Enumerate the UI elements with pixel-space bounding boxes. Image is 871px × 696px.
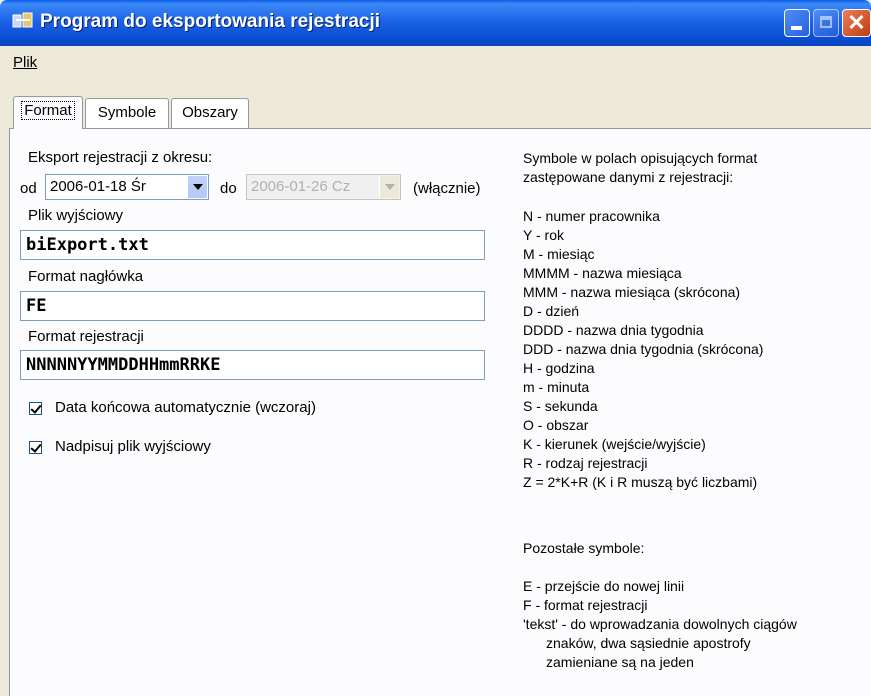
output-file-label: Plik wyjściowy [28, 207, 124, 224]
symbol-item: MMM - nazwa miesiąca (skrócona) [523, 284, 741, 300]
symbol-item: S - sekunda [523, 398, 598, 414]
auto-end-date-label: Data końcowa automatycznie (wczoraj) [55, 399, 316, 416]
symbol-list: N - numer pracownika Y - rok M - miesiąc… [523, 207, 763, 492]
menu-plik-label: Plik [13, 54, 38, 71]
symbol-item: Y - rok [523, 227, 564, 243]
symbol-item: DDDD - nazwa dnia tygodnia [523, 322, 704, 338]
title-bar[interactable]: Program do eksportowania rejestracji ✕ [0, 0, 871, 46]
tab-symbole[interactable]: Symbole [85, 98, 169, 128]
symbol-item: H - godzina [523, 360, 595, 376]
close-icon: ✕ [847, 10, 866, 35]
chevron-down-icon [385, 184, 395, 190]
minimize-icon [791, 26, 802, 30]
header-format-input[interactable]: FE [20, 291, 485, 321]
tab-format-label: Format [21, 101, 75, 120]
help-intro-line: zastępowane danymi z rejestracji: [523, 169, 734, 185]
inclusive-label: (włącznie) [413, 180, 481, 197]
other-symbol-item: E - przejście do nowej linii [523, 578, 685, 594]
symbol-item: MMMM - nazwa miesiąca [523, 265, 682, 281]
overwrite-file-label: Nadpisuj plik wyjściowy [55, 438, 211, 455]
help-intro: Symbole w polach opisujących format zast… [523, 149, 757, 187]
tab-symbole-label: Symbole [97, 104, 157, 121]
other-symbol-item: znaków, dwa sąsiednie apostrofy [546, 635, 751, 651]
record-format-input[interactable]: NNNNNYYMMDDHHmmRRKE [20, 350, 485, 380]
date-from-value: 2006-01-18 Śr [50, 178, 146, 195]
date-from-dropdown-button[interactable] [187, 176, 207, 198]
maximize-icon [820, 16, 832, 28]
tab-obszary[interactable]: Obszary [171, 98, 249, 128]
date-to-value: 2006-01-26 Cz [251, 178, 351, 195]
chevron-down-icon [193, 184, 203, 190]
minimize-button[interactable] [784, 9, 810, 37]
symbol-item: D - dzień [523, 303, 580, 319]
other-symbol-item: 'tekst' - do wprowadzania dowolnych ciąg… [523, 616, 797, 632]
close-button[interactable]: ✕ [842, 9, 871, 37]
from-label: od [20, 180, 37, 197]
symbol-item: m - minuta [523, 379, 590, 395]
symbol-item: DDD - nazwa dnia tygodnia (skrócona) [523, 341, 764, 357]
tab-format[interactable]: Format [13, 96, 83, 129]
symbol-item: K - kierunek (wejście/wyjście) [523, 436, 706, 452]
symbol-item: N - numer pracownika [523, 208, 660, 224]
output-file-input[interactable]: biExport.txt [20, 230, 485, 260]
symbol-item: M - miesiąc [523, 246, 595, 262]
app-icon [12, 12, 33, 28]
symbol-item: O - obszar [523, 417, 589, 433]
to-label: do [220, 180, 237, 197]
other-symbols-list: E - przejście do nowej linii F - format … [523, 577, 797, 672]
date-to-dropdown-button [379, 176, 399, 198]
other-symbol-item: zamieniane są na jeden [546, 654, 694, 670]
overwrite-file-checkbox[interactable] [29, 441, 42, 454]
window-title: Program do eksportowania rejestracji [40, 11, 381, 32]
tab-obszary-label: Obszary [182, 104, 238, 121]
date-from-picker[interactable]: 2006-01-18 Śr [45, 174, 209, 200]
other-symbols-heading: Pozostałe symbole: [523, 540, 645, 556]
record-format-label: Format rejestracji [28, 328, 144, 345]
symbol-item: R - rodzaj rejestracji [523, 455, 648, 471]
export-period-label: Eksport rejestracji z okresu: [28, 149, 213, 166]
symbol-item: Z = 2*K+R (K i R muszą być liczbami) [523, 474, 758, 490]
header-format-label: Format nagłówka [28, 268, 144, 285]
date-to-picker: 2006-01-26 Cz [246, 174, 401, 200]
auto-end-date-checkbox[interactable] [29, 402, 42, 415]
help-intro-line: Symbole w polach opisujących format [523, 150, 758, 166]
menu-bar: Plik [0, 46, 871, 80]
maximize-button[interactable] [813, 9, 839, 37]
menu-plik[interactable]: Plik [13, 54, 37, 71]
other-symbol-item: F - format rejestracji [523, 597, 648, 613]
